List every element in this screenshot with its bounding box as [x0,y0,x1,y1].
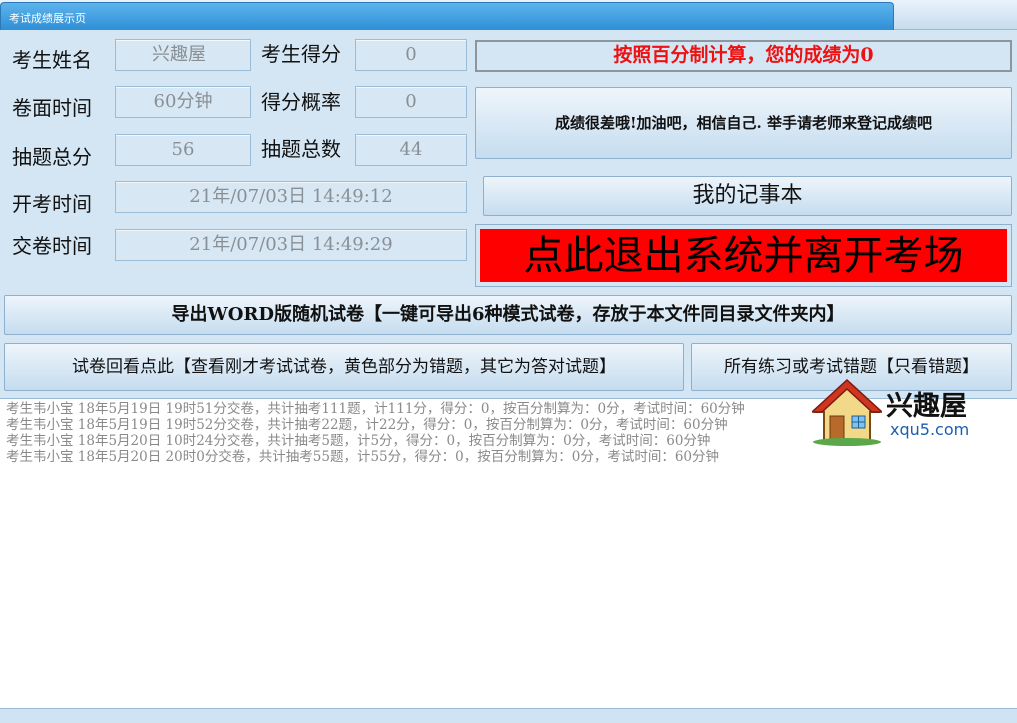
start-time-label: 开考时间 [12,192,92,216]
log-line: 考生韦小宝 18年5月20日 20时0分交卷，共计抽考55题，计55分，得分：0… [6,449,720,465]
review-exam-button[interactable]: 试卷回看点此【查看刚才考试试卷，黄色部分为错题，其它为答对试题】 [4,343,684,391]
total-points-label: 抽题总分 [12,145,92,169]
logo-text-en: xqu5.com [890,420,970,439]
bottom-bar [0,708,1017,723]
total-count-field[interactable]: 44 [355,134,467,166]
total-points-field[interactable]: 56 [115,134,251,166]
rate-label: 得分概率 [261,90,341,114]
score-field[interactable]: 0 [355,39,467,71]
total-count-label: 抽题总数 [261,137,341,161]
percent-score-box: 按照百分制计算，您的成绩为0 [475,40,1012,72]
site-logo: 兴趣屋 xqu5.com [810,378,982,448]
submit-time-label: 交卷时间 [12,234,92,258]
export-word-button[interactable]: 导出WORD版随机试卷【一键可导出6种模式试卷，存放于本文件同目录文件夹内】 [4,295,1012,335]
duration-label: 卷面时间 [12,96,92,120]
comment-button[interactable]: 成绩很差哦!加油吧，相信自己. 举手请老师来登记成绩吧 [475,87,1012,159]
score-label: 考生得分 [261,42,341,66]
window-tab[interactable]: 考试成绩展示页 [0,2,894,30]
window-title: 考试成绩展示页 [9,12,86,25]
name-field[interactable]: 兴趣屋 [115,39,251,71]
duration-field[interactable]: 60分钟 [115,86,251,118]
rate-field[interactable]: 0 [355,86,467,118]
name-label: 考生姓名 [12,48,92,72]
logo-text-cn: 兴趣屋 [886,391,967,422]
notebook-button[interactable]: 我的记事本 [483,176,1012,216]
house-icon [810,378,884,446]
start-time-field[interactable]: 21年/07/03日 14:49:12 [115,181,467,213]
exit-button-label: 点此退出系统并离开考场 [480,229,1007,282]
exit-button[interactable]: 点此退出系统并离开考场 [475,224,1012,287]
title-bar: 考试成绩展示页 [0,0,1017,30]
submit-time-field[interactable]: 21年/07/03日 14:49:29 [115,229,467,261]
